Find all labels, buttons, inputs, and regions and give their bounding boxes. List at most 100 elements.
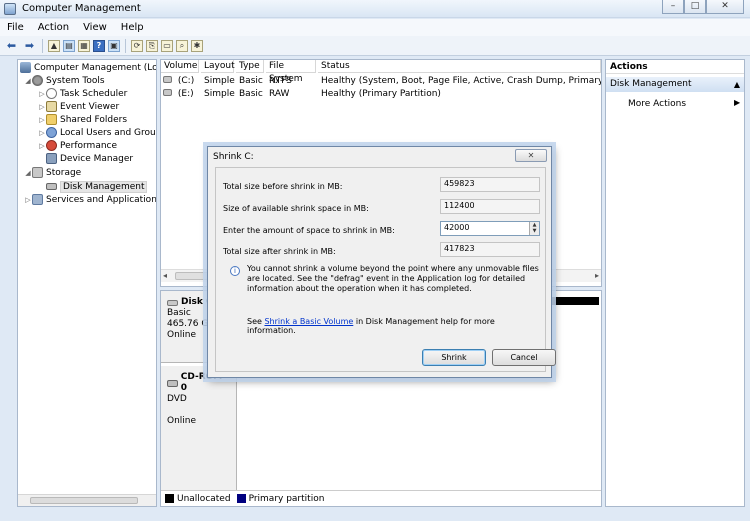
cdrom-0-info[interactable]: CD-ROM 0 DVD Online <box>161 366 237 491</box>
shrink-help-link[interactable]: Shrink a Basic Volume <box>264 317 353 326</box>
menu-action[interactable]: Action <box>31 22 76 33</box>
export-icon[interactable]: ⎘ <box>146 39 158 52</box>
toolbar: ⬅ ➡ ▲ ▤ ▦ ? ▣ ⟳ ⎘ ▭ ⌕ ✱ <box>0 36 750 56</box>
more-actions-item[interactable]: More Actions <box>628 98 686 110</box>
legend-label: Primary partition <box>248 493 325 504</box>
shared-folder-icon <box>46 114 57 125</box>
actions-header: Actions <box>606 60 744 74</box>
menu-file[interactable]: File <box>0 22 31 33</box>
table-cell: Basic <box>239 76 263 86</box>
column-header-layout[interactable]: Layout <box>201 60 235 73</box>
collapse-icon[interactable]: ◢ <box>24 169 32 177</box>
tree-item-disk-management[interactable]: Disk Management <box>46 180 148 193</box>
column-header-volume[interactable]: Volume <box>161 60 199 73</box>
show-hide-tree-icon[interactable]: ▤ <box>63 39 75 52</box>
maximize-button[interactable]: □ <box>684 0 706 14</box>
tree-item-storage[interactable]: ◢ Storage <box>24 166 81 179</box>
info-message: You cannot shrink a volume beyond the po… <box>247 264 539 293</box>
column-header-status[interactable]: Status <box>318 60 601 73</box>
disk-icon <box>46 183 57 190</box>
expand-icon[interactable]: ▷ <box>24 196 32 204</box>
disk-icon <box>167 299 178 306</box>
tree-item-event-viewer[interactable]: ▷ Event Viewer <box>38 100 119 113</box>
tree-item-performance[interactable]: ▷ Performance <box>38 139 117 152</box>
menu-view[interactable]: View <box>76 22 114 33</box>
collapse-arrow-icon[interactable]: ▲ <box>734 77 740 92</box>
tree-item-label: Event Viewer <box>60 101 120 112</box>
settings-icon[interactable]: ▣ <box>108 39 120 52</box>
column-header-file-system[interactable]: File System <box>266 60 316 84</box>
close-button[interactable]: ✕ <box>706 0 744 14</box>
computer-management-icon <box>20 62 31 73</box>
expand-icon[interactable]: ▷ <box>38 103 46 111</box>
find-icon[interactable]: ⌕ <box>176 39 188 52</box>
back-arrow-icon[interactable]: ⬅ <box>4 38 19 53</box>
scroll-left-icon[interactable]: ◂ <box>163 271 167 280</box>
title-bar: Computer Management – □ ✕ <box>0 0 750 18</box>
expand-icon[interactable]: ▷ <box>38 116 46 124</box>
scrollbar-thumb[interactable] <box>30 497 138 504</box>
expand-icon[interactable]: ▷ <box>38 142 46 150</box>
unallocated-partition-bar[interactable] <box>551 297 599 305</box>
disk-status: Online <box>167 416 197 426</box>
shrink-button[interactable]: Shrink <box>422 349 486 366</box>
legend: Unallocated Primary partition <box>161 490 601 506</box>
help-icon[interactable]: ? <box>93 39 105 52</box>
tools-icon <box>32 75 43 86</box>
toolbar-separator <box>125 38 126 53</box>
quantity-stepper[interactable]: ▲ ▼ <box>529 222 539 235</box>
horizontal-scrollbar[interactable] <box>18 494 156 506</box>
menu-bar: File Action View Help <box>0 19 750 36</box>
tree-item-services[interactable]: ▷ Services and Applications <box>24 193 156 206</box>
table-cell: NTFS <box>269 76 292 86</box>
submenu-arrow-icon: ▶ <box>734 98 741 107</box>
up-folder-icon[interactable]: ▲ <box>48 39 60 52</box>
help-reference: See Shrink a Basic Volume in Disk Manage… <box>247 317 545 335</box>
minimize-button[interactable]: – <box>662 0 684 14</box>
table-cell: (C:) <box>177 76 195 86</box>
shrink-amount-value: 42000 <box>444 223 470 232</box>
dialog-close-button[interactable]: ✕ <box>515 149 547 162</box>
cancel-button[interactable]: Cancel <box>492 349 556 366</box>
expand-icon[interactable]: ▷ <box>38 90 46 98</box>
tree-item-label: System Tools <box>46 75 105 86</box>
tree-item-label: Task Scheduler <box>60 88 128 99</box>
open-icon[interactable]: ▭ <box>161 39 173 52</box>
table-row[interactable]: (C:) <box>163 75 194 88</box>
actions-pane: Actions Disk Management ▲ More Actions ▶ <box>605 59 745 507</box>
menu-help[interactable]: Help <box>114 22 151 33</box>
wizard-icon[interactable]: ✱ <box>191 39 203 52</box>
properties-icon[interactable]: ▦ <box>78 39 90 52</box>
forward-arrow-icon[interactable]: ➡ <box>22 38 37 53</box>
actions-section-label: Disk Management <box>610 79 692 89</box>
total-before-value: 459823 <box>440 177 540 192</box>
help-prefix: See <box>247 317 265 326</box>
legend-label: Unallocated <box>177 493 231 504</box>
tree-item-label: Shared Folders <box>60 114 128 125</box>
tree-root[interactable]: Computer Management (Local <box>20 61 156 74</box>
shrink-amount-input[interactable]: 42000 ▲ ▼ <box>440 221 540 236</box>
actions-section-disk-management[interactable]: Disk Management ▲ <box>606 77 744 92</box>
table-row[interactable]: (E:) <box>163 88 194 101</box>
expand-icon[interactable]: ▷ <box>38 129 46 137</box>
collapse-icon[interactable]: ◢ <box>24 77 32 85</box>
event-viewer-icon <box>46 101 57 112</box>
users-icon <box>46 127 57 138</box>
scroll-right-icon[interactable]: ▸ <box>595 271 599 280</box>
table-cell: Simple <box>204 76 235 86</box>
tree-item-shared-folders[interactable]: ▷ Shared Folders <box>38 113 127 126</box>
column-header-type[interactable]: Type <box>236 60 264 73</box>
refresh-icon[interactable]: ⟳ <box>131 39 143 52</box>
services-icon <box>32 194 43 205</box>
window-title: Computer Management <box>22 3 141 14</box>
tree-item-system-tools[interactable]: ◢ System Tools <box>24 74 105 87</box>
tree-item-task-scheduler[interactable]: ▷ Task Scheduler <box>38 87 127 100</box>
performance-icon <box>46 140 57 151</box>
table-cell: Basic <box>239 89 263 99</box>
tree-item-local-users[interactable]: ▷ Local Users and Groups <box>38 126 156 139</box>
table-cell: Healthy (System, Boot, Page File, Active… <box>321 76 602 86</box>
info-icon: i <box>230 266 240 276</box>
more-actions-label: More Actions <box>628 99 687 109</box>
tree-item-device-manager[interactable]: Device Manager <box>46 152 133 165</box>
